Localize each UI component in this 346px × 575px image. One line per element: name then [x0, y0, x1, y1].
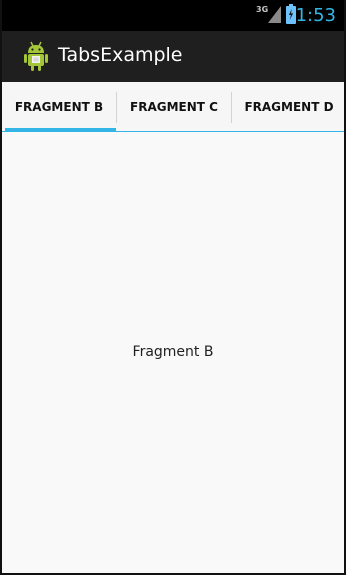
device-screen: 3G 1:53 TabsExample FRAGMENT B FRAGMENT … — [0, 0, 346, 575]
status-bar: 3G 1:53 — [2, 0, 344, 31]
tab-fragment-c[interactable]: FRAGMENT C — [117, 82, 231, 131]
tab-fragment-d[interactable]: FRAGMENT D — [232, 82, 344, 131]
status-time: 1:53 — [295, 5, 336, 26]
app-title: TabsExample — [58, 44, 183, 66]
battery-icon — [286, 4, 296, 24]
tab-label: FRAGMENT C — [130, 99, 218, 114]
tab-label: FRAGMENT D — [244, 99, 334, 114]
network-type: 3G — [256, 5, 269, 14]
action-bar: TabsExample — [2, 31, 344, 82]
signal-icon — [268, 6, 281, 23]
android-icon[interactable] — [20, 40, 52, 72]
fragment-content: Fragment B — [2, 132, 344, 573]
fragment-text: Fragment B — [132, 344, 214, 360]
tab-fragment-b[interactable]: FRAGMENT B — [2, 82, 116, 132]
charging-bolt-icon — [288, 9, 294, 20]
tab-label: FRAGMENT B — [14, 99, 104, 114]
tab-bar: FRAGMENT B FRAGMENT C FRAGMENT D — [2, 82, 344, 132]
